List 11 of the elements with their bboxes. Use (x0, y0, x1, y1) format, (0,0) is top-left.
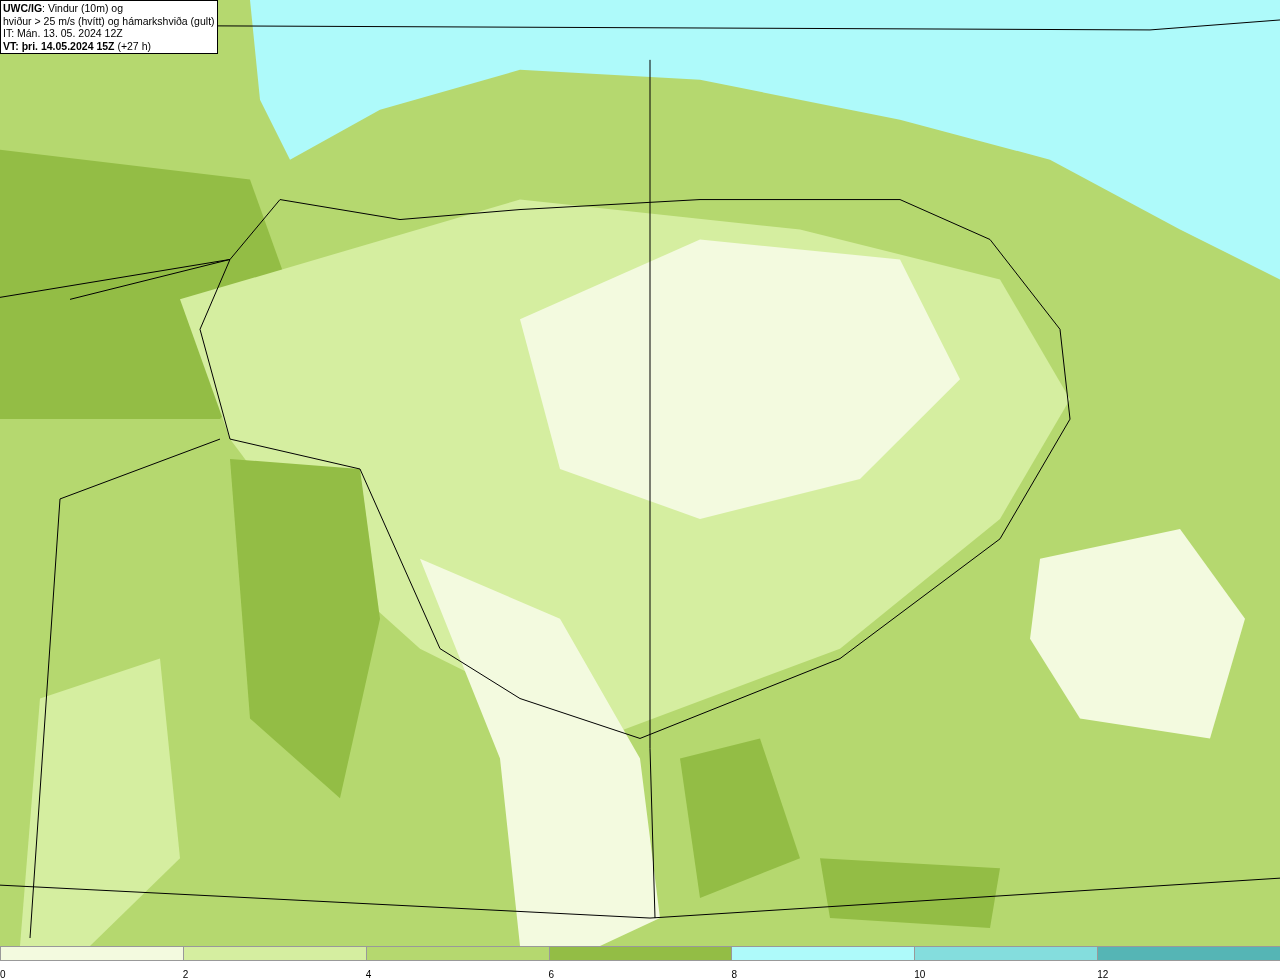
title-line: hviður > 25 m/s (hvítt) og hámarkshviða (gult) (3, 14, 215, 27)
scale-label: 4 (365, 969, 372, 978)
scale-label: 0 (0, 969, 6, 978)
scale-label: 8 (731, 969, 737, 978)
title-line: VT: þri. 14.05.2024 15Z (+27 h) (3, 39, 152, 52)
scale-label: 10 (914, 969, 926, 978)
scale-label: 12 (1097, 969, 1109, 978)
scale-label: 2 (182, 969, 189, 978)
scale-label: 6 (548, 969, 555, 978)
title-line: UWC/IG: Vindur (10m) og (3, 2, 124, 15)
title-line: IT: Mán. 13. 05. 2024 12Z (3, 27, 124, 40)
